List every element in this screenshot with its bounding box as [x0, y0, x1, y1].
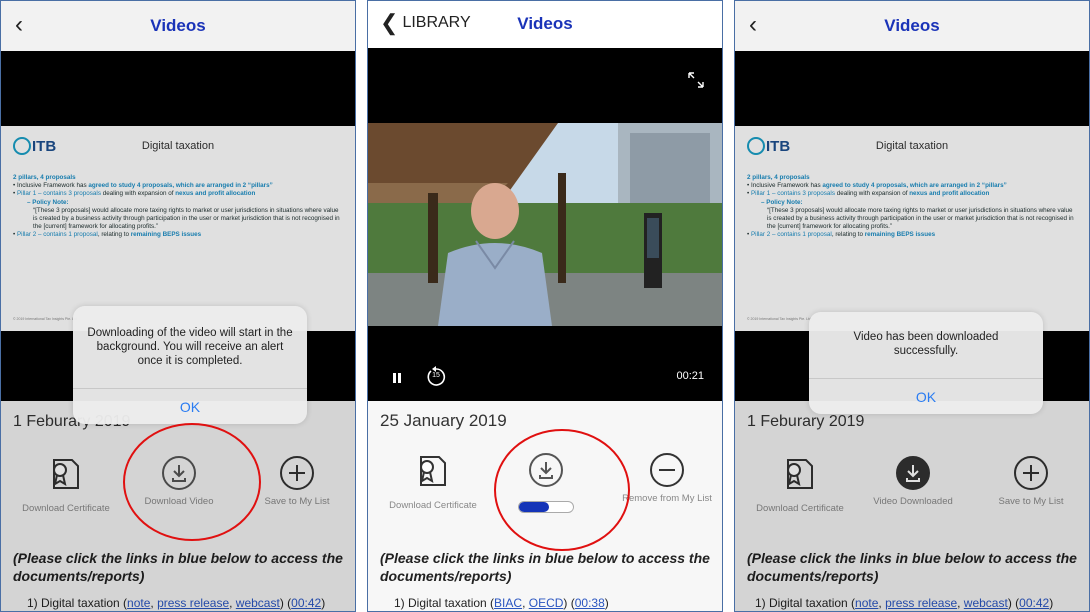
alert-ok-button[interactable]: OK	[73, 388, 307, 424]
highlight-circle	[123, 423, 261, 541]
video-player[interactable]: 15 00:21	[368, 48, 722, 401]
download-complete-dialog: Video has been downloaded successfully. …	[809, 312, 1043, 414]
video-frame	[368, 123, 722, 326]
document-links-row: 1) Digital taxation (BIAC, OECD) (00:38)	[394, 596, 609, 610]
oecd-link[interactable]: OECD	[529, 596, 564, 610]
alert-message: Downloading of the video will start in t…	[87, 327, 293, 367]
download-certificate-button[interactable]: Download Certificate	[388, 453, 478, 511]
alert-message: Video has been downloaded successfully.	[853, 331, 999, 357]
video-date: 25 January 2019	[380, 411, 507, 430]
screen-downloading: ❮ LIBRARY Videos 15 00:21 25 January 201…	[367, 0, 723, 612]
biac-link[interactable]: BIAC	[494, 596, 522, 610]
certificate-icon	[420, 456, 446, 486]
nav-bar: ‹ Videos	[735, 1, 1089, 51]
rewind-15-icon[interactable]: 15	[425, 366, 447, 388]
nav-title: Videos	[517, 14, 573, 33]
nav-title: Videos	[150, 16, 206, 35]
highlight-circle	[494, 429, 630, 551]
screen-download-complete: ‹ Videos ITB Digital taxation 2 pillars,…	[734, 0, 1090, 612]
links-notice: (Please click the links in blue below to…	[380, 550, 710, 584]
nav-title: Videos	[884, 16, 940, 35]
video-time: 00:21	[676, 370, 704, 382]
download-alert-dialog: Downloading of the video will start in t…	[73, 306, 307, 424]
pause-icon[interactable]	[391, 372, 403, 384]
remove-from-my-list-button[interactable]: Remove from My List	[622, 453, 712, 504]
nav-bar: ‹ Videos	[1, 1, 355, 51]
remove-from-my-list-label: Remove from My List	[622, 493, 712, 504]
alert-ok-button[interactable]: OK	[809, 378, 1043, 414]
timestamp-link[interactable]: 00:38	[575, 596, 605, 610]
fullscreen-icon[interactable]	[688, 72, 704, 88]
screen-download-started: ‹ Videos ITB Digital taxation 2 pillars,…	[0, 0, 356, 612]
minus-circle-icon	[650, 453, 684, 487]
nav-bar: ❮ LIBRARY Videos	[368, 1, 722, 48]
download-certificate-label: Download Certificate	[389, 500, 477, 511]
